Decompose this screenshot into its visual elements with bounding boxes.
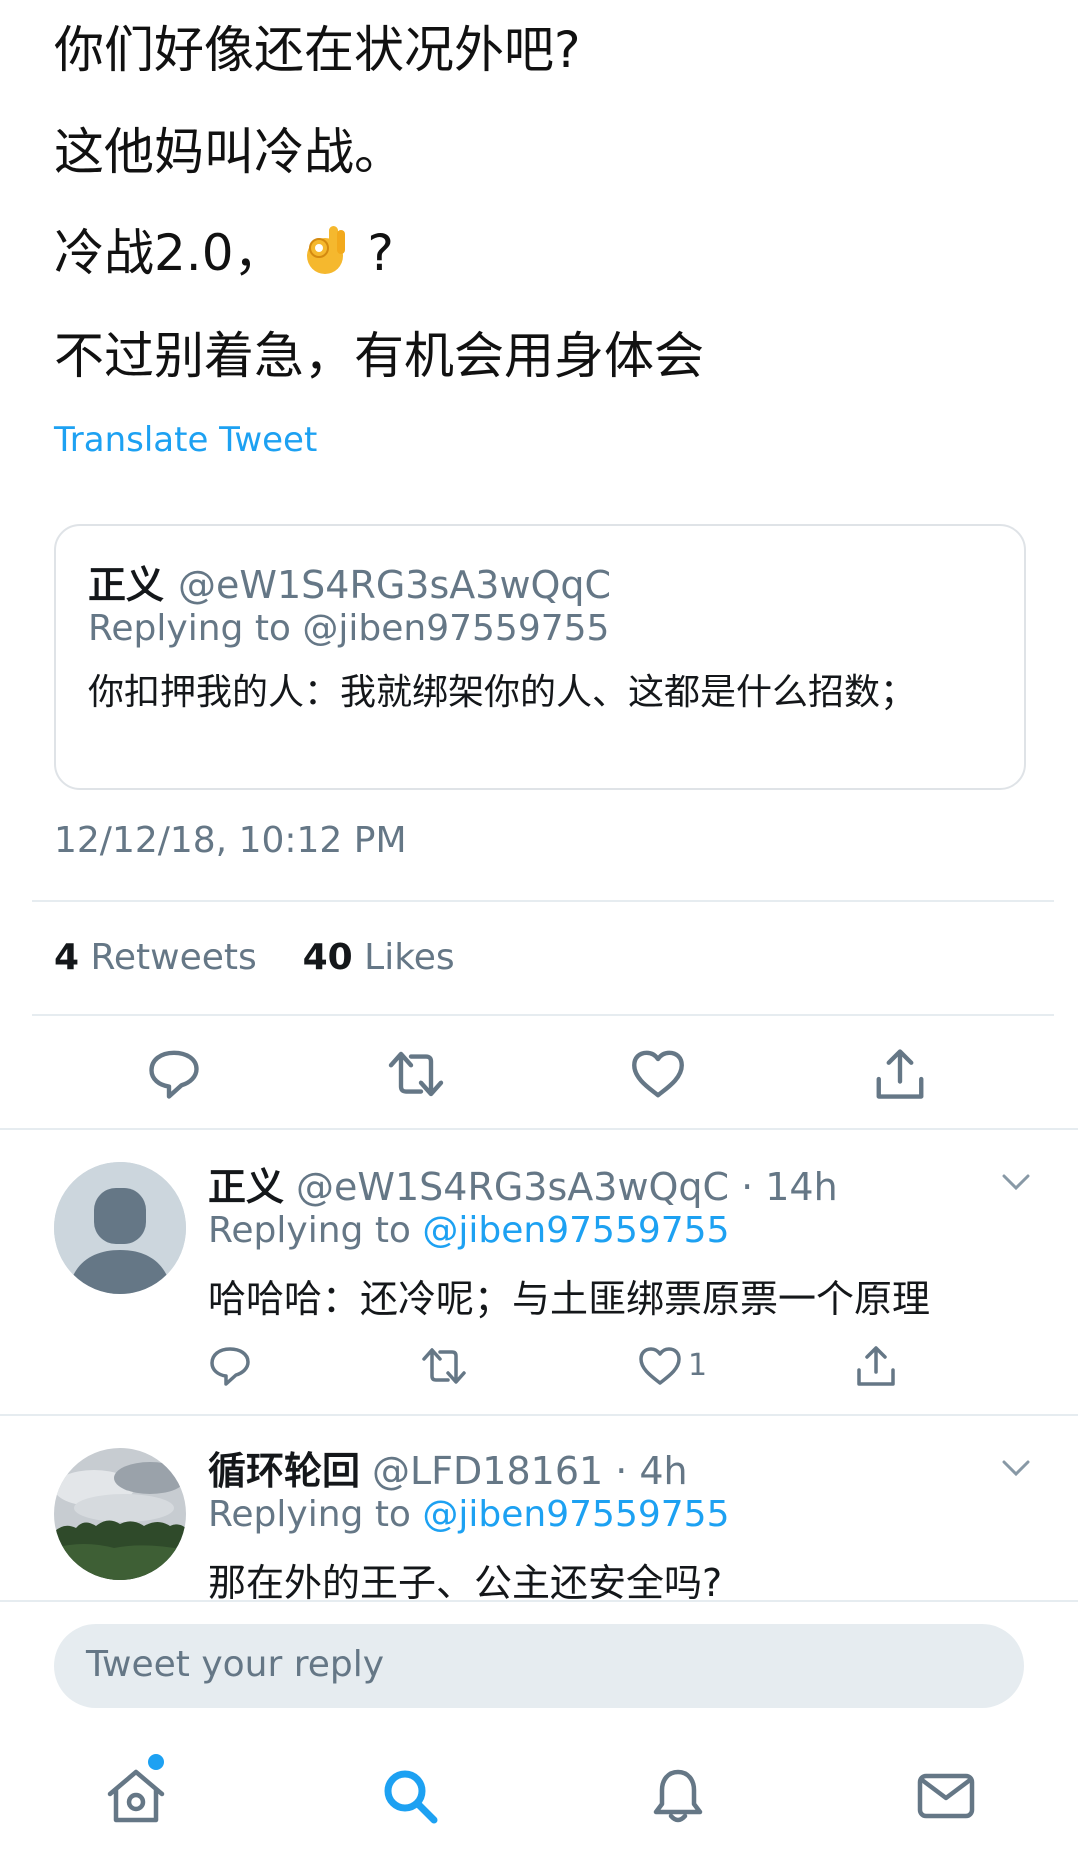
divider xyxy=(0,1600,1078,1602)
tweet-text-line-3-main: 冷战2.0， xyxy=(54,224,284,282)
reply-1-handle[interactable]: @eW1S4RG3sA3wQqC xyxy=(296,1165,729,1209)
chevron-down-icon xyxy=(1002,1174,1030,1191)
reply-placeholder: Tweet your reply xyxy=(86,1644,385,1685)
reply-1-reply-button[interactable] xyxy=(206,1342,254,1390)
reply-1-text: 哈哈哈：还冷呢；与土匪绑票原票一个原理 xyxy=(208,1277,931,1321)
reply-1-like-button[interactable] xyxy=(636,1342,684,1390)
quoted-tweet-handle: @eW1S4RG3sA3wQqC xyxy=(178,563,612,607)
tweet-text-line-3: 冷战2.0， ? xyxy=(54,222,394,283)
reply-2-replying-mention[interactable]: @jiben97559755 xyxy=(422,1494,729,1535)
like-icon xyxy=(632,1050,684,1098)
share-icon xyxy=(876,1049,924,1099)
default-avatar-icon xyxy=(54,1162,186,1294)
ok-hand-emoji xyxy=(299,222,351,278)
reply-1-replying-mention[interactable]: @jiben97559755 xyxy=(422,1210,729,1251)
reply-1-time: · 14h xyxy=(741,1165,838,1209)
reply-1-retweet-button[interactable] xyxy=(420,1342,468,1390)
divider xyxy=(0,1128,1078,1130)
retweets-count[interactable]: 4 xyxy=(54,937,79,978)
divider xyxy=(32,1014,1054,1016)
reply-icon xyxy=(210,1347,250,1386)
reply-icon xyxy=(149,1050,199,1099)
reply-button[interactable] xyxy=(144,1044,204,1104)
tweet-stats: 4 Retweets 40 Likes xyxy=(54,937,455,978)
likes-label[interactable]: Likes xyxy=(364,937,455,978)
divider xyxy=(32,900,1054,902)
reply-1-replying-prefix: Replying to xyxy=(208,1210,411,1251)
share-icon xyxy=(857,1346,895,1386)
home-icon xyxy=(107,1769,165,1823)
reply-2-text: 那在外的王子、公主还安全吗? xyxy=(208,1561,723,1605)
reply-1-replying-to: Replying to @jiben97559755 xyxy=(208,1210,729,1251)
retweet-icon xyxy=(388,1051,444,1097)
reply-2-replying-prefix: Replying to xyxy=(208,1494,411,1535)
reply-1-avatar[interactable] xyxy=(54,1162,186,1294)
quoted-tweet-author: 正义 @eW1S4RG3sA3wQqC xyxy=(88,554,611,609)
retweet-icon xyxy=(422,1348,466,1384)
reply-1-share-button[interactable] xyxy=(852,1342,900,1390)
retweet-button[interactable] xyxy=(386,1044,446,1104)
reply-1-like-count: 1 xyxy=(688,1348,708,1383)
home-notification-dot xyxy=(148,1754,164,1770)
nav-home-button[interactable] xyxy=(104,1764,168,1828)
reply-1-name[interactable]: 正义 xyxy=(208,1165,284,1209)
quoted-tweet-text: 你扣押我的人：我就绑架你的人、这都是什么招数； xyxy=(88,672,917,713)
tweet-timestamp: 12/12/18, 10:12 PM xyxy=(54,820,407,861)
reply-2-replying-to: Replying to @jiben97559755 xyxy=(208,1494,729,1535)
reply-2-name[interactable]: 循环轮回 xyxy=(208,1449,360,1493)
nav-notifications-button[interactable] xyxy=(646,1764,710,1828)
like-button[interactable] xyxy=(628,1044,688,1104)
likes-count[interactable]: 40 xyxy=(303,937,353,978)
reply-2-handle[interactable]: @LFD18161 xyxy=(372,1449,603,1493)
search-icon xyxy=(384,1770,438,1824)
tweet-reply-input[interactable]: Tweet your reply xyxy=(54,1624,1024,1708)
divider xyxy=(0,1414,1078,1416)
quoted-tweet-card[interactable]: 正义 @eW1S4RG3sA3wQqC Replying to @jiben975… xyxy=(54,524,1026,790)
reply-2-avatar[interactable] xyxy=(54,1448,186,1580)
tweet-text-line-1: 你们好像还在状况外吧? xyxy=(54,21,581,79)
quoted-tweet-name: 正义 xyxy=(88,563,165,607)
like-icon xyxy=(639,1347,681,1385)
reply-1-menu-button[interactable] xyxy=(996,1166,1036,1196)
tweet-text-line-4: 不过别着急，有机会用身体会 xyxy=(54,327,704,385)
chevron-down-icon xyxy=(1002,1460,1030,1477)
reply-1-header: 正义 @eW1S4RG3sA3wQqC · 14h xyxy=(208,1156,838,1211)
retweets-label[interactable]: Retweets xyxy=(91,937,257,978)
reply-2-menu-button[interactable] xyxy=(996,1452,1036,1482)
reply-2-time: · 4h xyxy=(615,1449,688,1493)
reply-2-header: 循环轮回 @LFD18161 · 4h xyxy=(208,1440,688,1495)
translate-tweet-link[interactable]: Translate Tweet xyxy=(54,420,317,460)
tweet-text-line-3-suffix: ? xyxy=(367,224,394,282)
tweet-text-line-2: 这他妈叫冷战。 xyxy=(54,123,404,181)
nav-search-button[interactable] xyxy=(378,1764,442,1828)
share-button[interactable] xyxy=(870,1044,930,1104)
nav-messages-button[interactable] xyxy=(914,1764,978,1828)
quoted-tweet-replying-to: Replying to @jiben97559755 xyxy=(88,608,610,649)
mail-icon xyxy=(917,1773,975,1819)
bell-icon xyxy=(653,1769,703,1823)
landscape-avatar-image xyxy=(54,1448,186,1580)
